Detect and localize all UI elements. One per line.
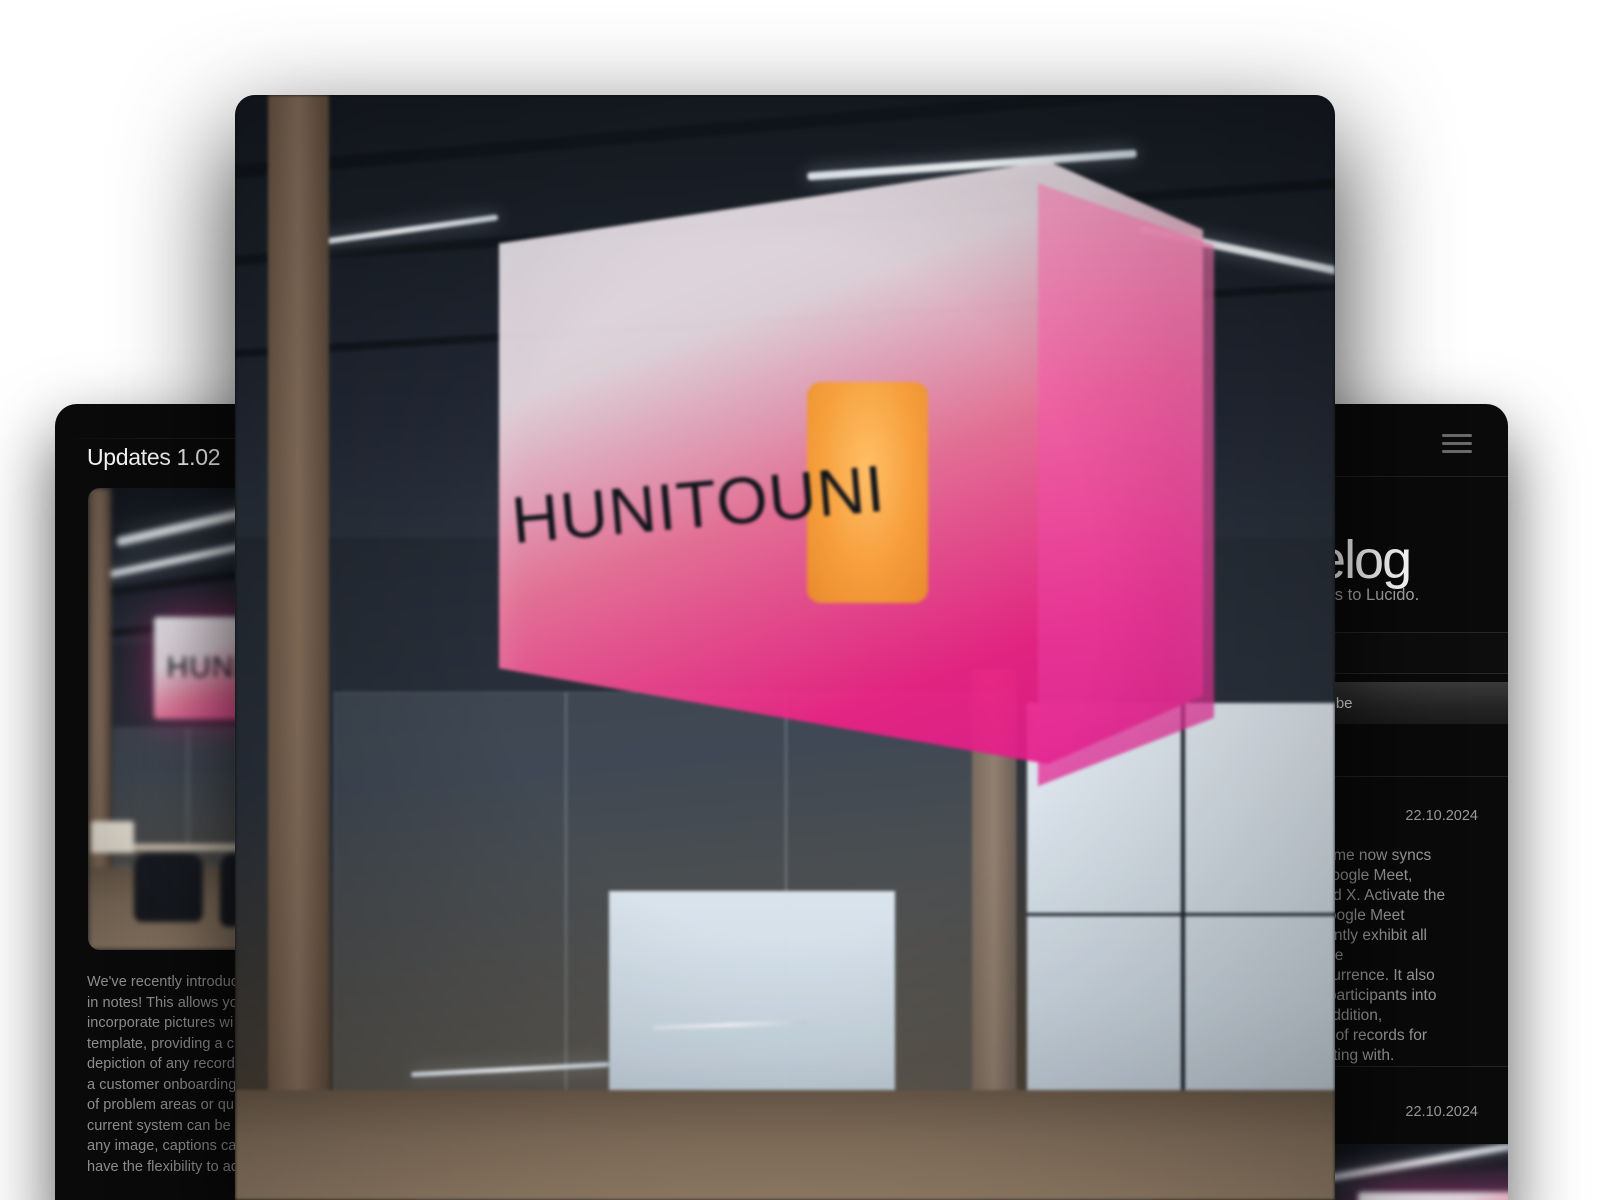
entry-image: HUNITOUNI [235,95,1335,1200]
screenshot-stage: Updates 1.02 HUNITOUNI [0,0,1600,1200]
changelog-entry: Updates 1.02 22.10.2024 [235,95,1335,1200]
main-browser-panel: Lucido Home Pricing About us Changelog B… [235,95,1335,1200]
left-panel-entry-title: Updates 1.02 [87,444,221,470]
hamburger-icon[interactable] [1442,434,1472,453]
office-artwork-main: HUNITOUNI [235,95,1335,1200]
